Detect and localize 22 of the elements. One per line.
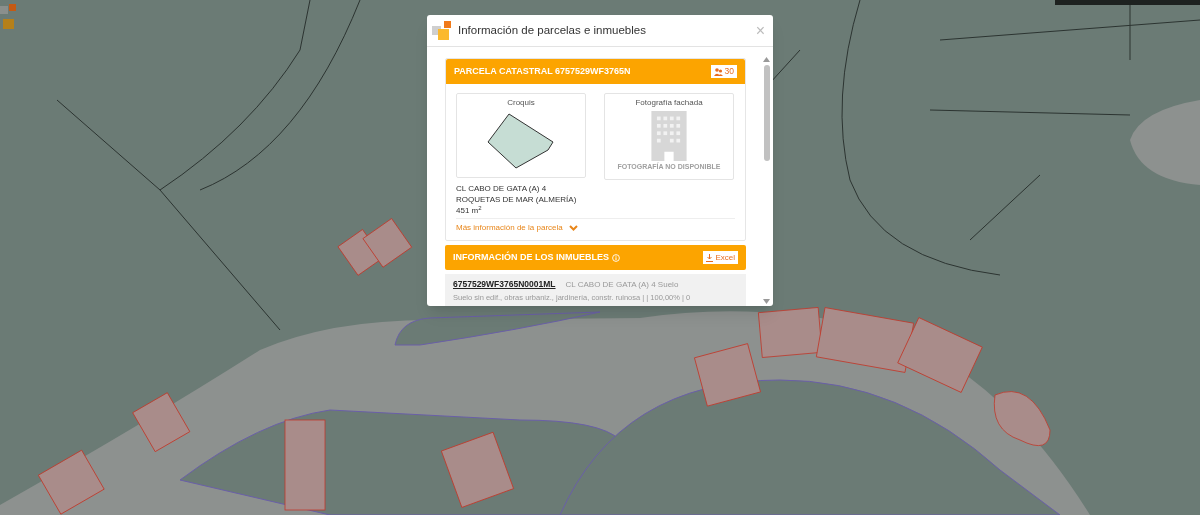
address-line: 451 m$^{2}$ — [456, 205, 483, 216]
info-icon — [612, 253, 620, 262]
property-address: CL CABO DE GATA (A) 4 Suelo — [565, 279, 679, 291]
count-badge: 30 — [710, 65, 737, 78]
dialog-title: Información de parcelas e inmuebles — [458, 22, 646, 38]
parcel-header: PARCELA CATASTRAL 6757529WF3765N — [454, 64, 631, 78]
properties-header: INFORMACIÓN DE LOS INMUEBLES — [453, 250, 609, 264]
scroll-up-icon — [763, 57, 770, 62]
photo-label: Fotografía fachada — [635, 97, 703, 109]
address-line: ROQUETAS DE MAR (ALMERÍA) — [456, 194, 578, 205]
scroll-down-icon — [763, 299, 770, 304]
people-icon — [713, 67, 723, 76]
close-button[interactable]: × — [755, 22, 765, 39]
more-info-link[interactable]: Más información de la parcela — [456, 222, 735, 234]
sketch-label: Croquis — [507, 97, 535, 109]
building-icon — [651, 111, 687, 161]
address-line: CL CABO DE GATA (A) 4 — [456, 183, 548, 194]
parcel-shape — [486, 112, 556, 170]
excel-button[interactable]: Excel — [703, 251, 738, 264]
property-reference-link[interactable]: 6757529WF3765N0001ML — [453, 278, 556, 291]
logo-icon — [432, 20, 452, 41]
download-icon — [706, 253, 714, 262]
